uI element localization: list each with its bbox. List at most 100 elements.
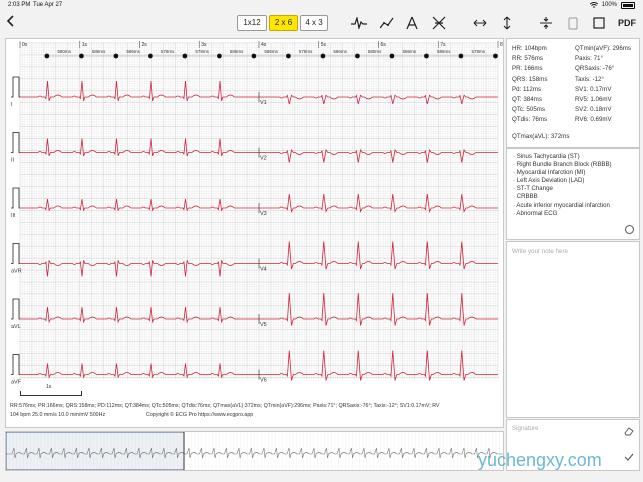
trend-icon[interactable]	[379, 15, 395, 31]
measurement-right-0: QTmin(aVF): 296ms	[575, 45, 632, 52]
rr-interval-label: 586ms	[126, 49, 140, 54]
measurement-left-3: QRS: 158ms	[512, 75, 548, 83]
rr-marker[interactable]	[78, 53, 84, 59]
lead-label-left: II	[11, 158, 15, 164]
back-chevron-icon[interactable]	[6, 15, 14, 29]
lead-label-right: V2	[260, 156, 267, 162]
measurement-right-1: Paxis: 71°	[575, 55, 603, 63]
calibration-pulse	[11, 187, 20, 209]
time-tick: 4s	[261, 42, 267, 48]
lead-label-left: aVF	[11, 380, 22, 386]
measurement-left-0: HR: 104bpm	[512, 45, 547, 52]
measurement-right-6: SV2: 0.18mV	[575, 106, 612, 114]
pdf-icon[interactable]: PDF	[616, 15, 638, 31]
lead-label-left: III	[11, 213, 16, 219]
rr-interval-label: 578ms	[161, 49, 175, 54]
rr-interval-label: 580ms	[368, 49, 382, 54]
lead-label-right: V1	[260, 100, 267, 106]
crossed-caliper-icon[interactable]	[431, 15, 447, 31]
diagnosis-item: · CRBBB	[513, 193, 538, 201]
measurement-right-4: SV1: 0.17mV	[575, 85, 612, 93]
ipad-icon[interactable]	[565, 15, 581, 31]
status-date: Tue Apr 27	[33, 2, 63, 8]
calibration-pulse	[11, 243, 20, 264]
rr-interval-label: 586ms	[333, 49, 347, 54]
rr-marker[interactable]	[458, 53, 464, 59]
layout-4x3-button[interactable]: 4 x 3	[300, 15, 328, 31]
diagnosis-item: · ST-T Change	[513, 185, 553, 193]
copyright-footer: Copyright © ECG Pro https://www.ecgpro.a…	[146, 412, 254, 418]
rr-interval-label: 578ms	[195, 49, 209, 54]
waveform-icon[interactable]	[351, 15, 367, 31]
measurement-left-1: RR: 576ms	[512, 55, 543, 63]
measurements-panel: HR: 104bpm RR: 576ms PR: 166ms QRS: 158ms Pd…	[506, 38, 640, 148]
rr-marker[interactable]	[320, 53, 326, 59]
lead-label-right: V3	[260, 211, 267, 217]
time-tick: 6s	[381, 42, 387, 48]
rr-marker[interactable]	[389, 53, 395, 59]
rr-marker[interactable]	[217, 53, 222, 59]
battery-percent: 100%	[601, 2, 617, 8]
layout-2x6-button[interactable]: 2 x 6	[269, 15, 298, 31]
time-tick: 2s	[142, 42, 148, 48]
lead-label-right: V4	[260, 267, 267, 273]
rr-interval-label: 586ms	[230, 49, 244, 54]
rr-interval-label: 586ms	[437, 49, 451, 54]
measurement-right-3: Taxis: -12°	[575, 75, 604, 83]
amplitude-icon[interactable]	[538, 15, 554, 31]
diagnosis-item: · Right Bundle Branch Block (RBBB)	[513, 161, 612, 169]
ecg-grid: 0s 1s 2s 3s 4s 5s 6s 7s 8s 580ms 586ms 586ms 578ms 57…	[11, 41, 503, 386]
scale-label: 1s	[46, 384, 52, 390]
rr-marker[interactable]	[113, 53, 119, 59]
rr-interval-label: 578ms	[471, 49, 485, 54]
rr-marker[interactable]	[355, 53, 360, 59]
strip-window[interactable]	[5, 431, 185, 471]
time-tick: 3s	[201, 42, 207, 48]
diagnosis-item: · Abnormal ECG	[513, 209, 558, 217]
diagnosis-item: · Myocardial Infarction (MI)	[513, 169, 586, 177]
watermark: yuchengxy.com	[478, 450, 602, 470]
rr-marker[interactable]	[148, 53, 153, 59]
scale-bar	[20, 391, 82, 396]
measurement-footer: RR:576ms; PR:166ms; QRS:158ms; PD:112ms;…	[10, 403, 440, 409]
measurement-right-2: QRSaxis: -76°	[575, 65, 615, 73]
rr-interval-label: 578ms	[299, 49, 313, 54]
horizontal-arrows-icon[interactable]	[472, 15, 488, 31]
crop-icon[interactable]	[591, 15, 607, 31]
rr-marker[interactable]	[251, 53, 257, 59]
rhythm-trace	[5, 431, 504, 471]
diagnosis-item: · Left Axis Deviation (LAD)	[513, 177, 585, 185]
measurement-qtmax: QTmax(aVL): 372ms	[512, 133, 570, 140]
toolbar: 1x12 2 x 6 4 x 3 PDF	[0, 10, 643, 36]
vertical-arrows-icon[interactable]	[499, 15, 515, 31]
info-circle-icon[interactable]	[625, 225, 634, 234]
rr-interval-label: 586ms	[402, 49, 416, 54]
rhythm-strip[interactable]	[5, 431, 504, 471]
diagnosis-item: · Acute inferior myocardial infarction	[513, 201, 610, 209]
rr-marker[interactable]	[424, 53, 429, 59]
measurement-right-5: RV5: 1.06mV	[575, 96, 612, 104]
rr-marker[interactable]	[493, 53, 498, 59]
caliper-icon[interactable]	[404, 15, 420, 31]
note-field[interactable]: Write your note here	[506, 241, 640, 418]
battery-icon	[621, 1, 635, 9]
rr-marker[interactable]	[286, 53, 291, 59]
calibration-pulse	[11, 76, 20, 98]
layout-1x12-button[interactable]: 1x12	[237, 15, 267, 31]
lead-label-right: V6	[260, 378, 267, 384]
measurement-left-5: QT: 384ms	[512, 96, 542, 104]
lead-label-left: I	[11, 102, 13, 108]
measurement-left-7: QTdis: 76ms	[512, 116, 548, 124]
eraser-icon[interactable]	[624, 426, 634, 436]
diagnosis-panel: · Sinus Tachycardia (ST) · Right Bundle B…	[506, 148, 640, 240]
rr-marker[interactable]	[44, 53, 50, 59]
signature-placeholder: Signature	[512, 425, 539, 432]
rr-marker[interactable]	[182, 53, 188, 59]
diagnosis-list: · Sinus Tachycardia (ST) · Right Bundle B…	[507, 149, 639, 218]
status-time: 2:03 PM	[8, 2, 31, 8]
checkmark-icon[interactable]	[624, 452, 634, 462]
ecg-panel: 0s 1s 2s 3s 4s 5s 6s 7s 8s 580ms 586ms 586ms 578ms 57…	[5, 38, 504, 428]
lead-label-left: aVR	[11, 269, 22, 275]
measurements-right: QTmin(aVF): 296ms Paxis: 71° QRSaxis: -76°…	[575, 44, 631, 126]
measurement-left-4: Pd: 112ms	[512, 85, 542, 93]
